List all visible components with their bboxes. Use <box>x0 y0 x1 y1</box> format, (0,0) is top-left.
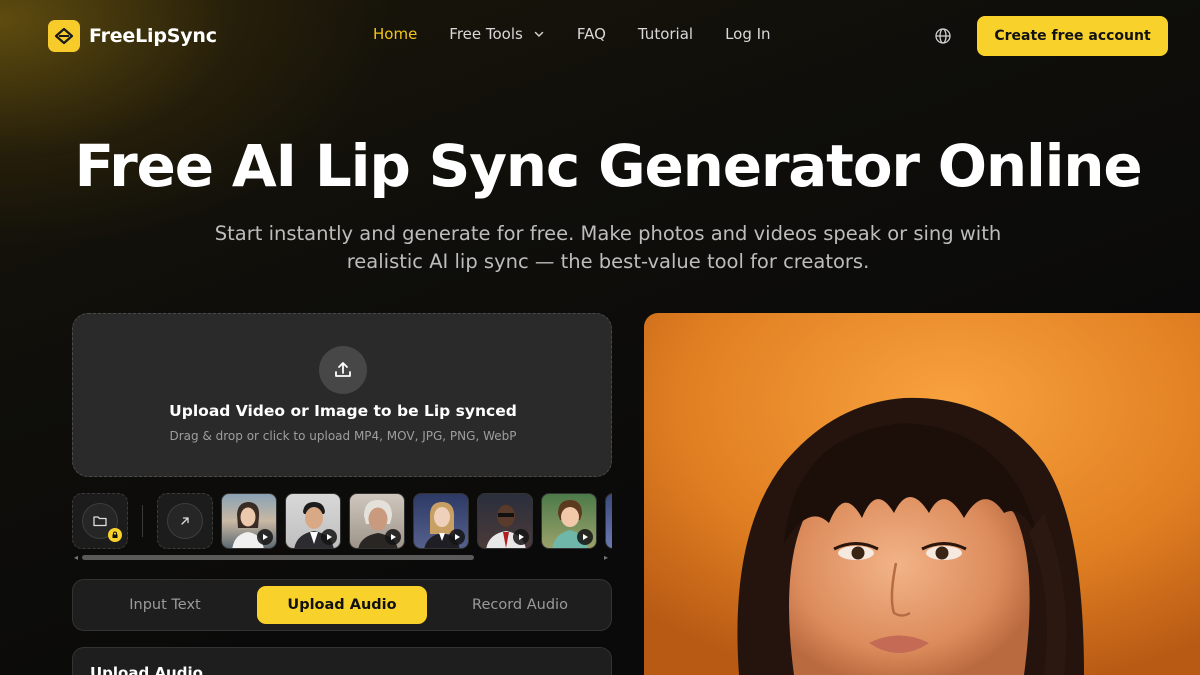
logo-icon <box>48 20 80 52</box>
import-url-button[interactable] <box>157 493 213 549</box>
tab-record-audio[interactable]: Record Audio <box>435 586 605 624</box>
sample-thumbnail[interactable] <box>221 493 277 549</box>
divider <box>142 505 143 537</box>
nav-link-tutorial[interactable]: Tutorial <box>638 25 693 43</box>
globe-icon[interactable] <box>933 26 953 46</box>
folder-icon <box>93 516 107 527</box>
sample-thumbnail[interactable] <box>605 493 612 549</box>
top-navbar: FreeLipSync Home Free Tools FAQ Tutorial… <box>0 0 1200 72</box>
nav-link-free-tools[interactable]: Free Tools <box>449 25 545 43</box>
play-icon <box>257 529 273 545</box>
lock-icon <box>108 528 122 542</box>
folder-icon-wrap <box>82 503 122 542</box>
logo-text: FreeLipSync <box>89 25 217 47</box>
chevron-down-icon <box>534 31 544 38</box>
arrow-icon-wrap <box>167 503 203 539</box>
preview-image <box>644 313 1200 675</box>
upload-title: Upload Video or Image to be Lip synced <box>169 402 517 420</box>
sample-thumbnail[interactable] <box>413 493 469 549</box>
sample-thumbnail[interactable] <box>285 493 341 549</box>
play-icon <box>385 529 401 545</box>
sample-thumbnail[interactable] <box>541 493 597 549</box>
nav-link-free-tools-label: Free Tools <box>449 25 523 43</box>
my-files-button[interactable] <box>72 493 128 549</box>
upload-icon <box>319 346 367 394</box>
audio-source-tabs: Input Text Upload Audio Record Audio <box>72 579 612 631</box>
scrollbar-thumb[interactable] <box>82 555 474 560</box>
nav-links: Home Free Tools FAQ Tutorial Log In <box>373 25 803 43</box>
thumbnail-scrollbar[interactable]: ◂ ▸ <box>72 553 612 562</box>
play-icon <box>513 529 529 545</box>
nav-link-faq[interactable]: FAQ <box>577 25 606 43</box>
upload-audio-panel: Upload Audio <box>72 647 612 675</box>
tab-upload-audio[interactable]: Upload Audio <box>257 586 427 624</box>
tab-input-text[interactable]: Input Text <box>80 586 250 624</box>
upload-hint: Drag & drop or click to upload MP4, MOV,… <box>169 429 517 443</box>
sample-strip <box>72 493 612 549</box>
arrow-up-right-icon <box>181 517 189 525</box>
hero-subtitle: Start instantly and generate for free. M… <box>200 220 1016 276</box>
sample-thumbnail[interactable] <box>477 493 533 549</box>
play-icon <box>449 529 465 545</box>
woman-portrait-image <box>644 313 1200 675</box>
sample-thumbnail[interactable] <box>349 493 405 549</box>
play-icon <box>321 529 337 545</box>
scroll-right-icon[interactable]: ▸ <box>604 553 608 562</box>
person-portrait-icon <box>606 494 612 549</box>
upload-audio-title: Upload Audio <box>90 664 203 675</box>
page-title: Free AI Lip Sync Generator Online <box>74 132 1142 200</box>
hero-subtitle-line-1: Start instantly and generate for free. M… <box>214 222 1002 245</box>
play-icon <box>577 529 593 545</box>
nav-link-login[interactable]: Log In <box>725 25 771 43</box>
upload-dropzone[interactable]: Upload Video or Image to be Lip synced D… <box>72 313 612 477</box>
hero-subtitle-line-2: realistic AI lip sync — the best-value t… <box>346 250 870 273</box>
create-account-button[interactable]: Create free account <box>977 16 1168 56</box>
nav-link-home[interactable]: Home <box>373 25 417 43</box>
scroll-left-icon[interactable]: ◂ <box>74 553 78 562</box>
logo[interactable]: FreeLipSync <box>48 20 217 52</box>
